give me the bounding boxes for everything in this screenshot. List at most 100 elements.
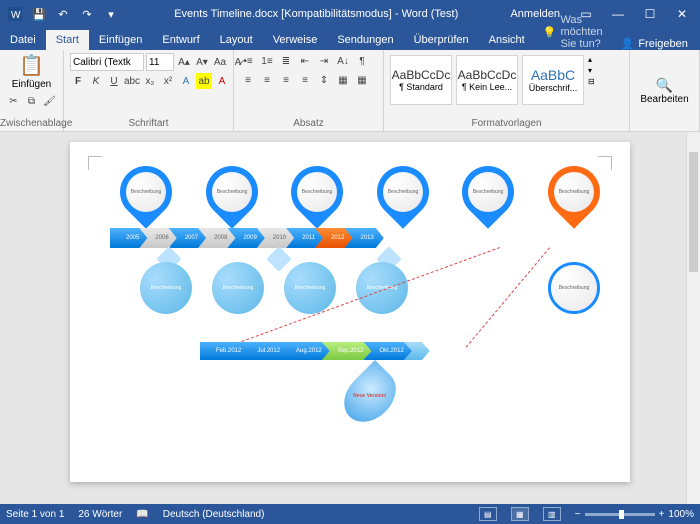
underline-icon[interactable]: U: [106, 73, 122, 89]
style-standard[interactable]: AaBbCcDc¶ Standard: [390, 55, 452, 105]
copy-icon[interactable]: ⧉: [24, 93, 40, 109]
timeline-years: 200520062007200820092010201120122013: [110, 228, 384, 248]
pin: Beschreibung: [366, 155, 440, 229]
ribbon-tabs: Datei Start Einfügen Entwurf Layout Verw…: [0, 28, 700, 50]
web-layout-icon[interactable]: ▥: [543, 507, 561, 521]
group-paragraph: •≡ 1≡ ≣ ⇤ ⇥ A↓ ¶ ≡ ≡ ≡ ≡ ⇕ ▦ ▦ Absatz: [234, 50, 384, 131]
tab-entwurf[interactable]: Entwurf: [152, 30, 209, 50]
month-0: Feb.2012: [200, 342, 251, 360]
superscript-icon[interactable]: x²: [160, 73, 176, 89]
bubble: Beschreibung: [284, 262, 336, 314]
timeline-months: Feb.2012Jul.2012Aug.2012Sep.2012Okt.2012: [200, 342, 430, 360]
show-marks-icon[interactable]: ¶: [354, 53, 370, 69]
bullets-icon[interactable]: •≡: [240, 53, 256, 69]
shrink-font-icon[interactable]: A▾: [194, 54, 210, 70]
multilevel-icon[interactable]: ≣: [278, 53, 294, 69]
tell-me-box[interactable]: 💡Was möchten Sie tun?: [535, 14, 611, 50]
tab-start[interactable]: Start: [46, 30, 89, 50]
word-count[interactable]: 26 Wörter: [78, 509, 122, 520]
style-no-spacing[interactable]: AaBbCcDc¶ Kein Lee...: [456, 55, 518, 105]
zoom-out-icon[interactable]: −: [575, 509, 581, 520]
drop-callout: Neue Version!: [334, 360, 406, 432]
tab-datei[interactable]: Datei: [0, 30, 46, 50]
zoom-in-icon[interactable]: +: [659, 509, 665, 520]
qa-dropdown-icon[interactable]: ▾: [100, 3, 122, 25]
font-color-icon[interactable]: A: [214, 73, 230, 89]
share-button[interactable]: 👤Freigeben: [611, 37, 698, 50]
margin-corner: [598, 156, 612, 170]
align-center-icon[interactable]: ≡: [259, 72, 275, 88]
print-layout-icon[interactable]: ▦: [511, 507, 529, 521]
font-name-input[interactable]: [70, 53, 144, 71]
page: Beschreibung Beschreibung Beschreibung B…: [70, 142, 630, 482]
tab-einfuegen[interactable]: Einfügen: [89, 30, 152, 50]
style-heading[interactable]: AaBbCÜberschrif...: [522, 55, 584, 105]
group-label: Formatvorlagen: [384, 118, 629, 129]
borders-icon[interactable]: ▦: [354, 72, 370, 88]
bold-icon[interactable]: F: [70, 73, 86, 89]
share-label: Freigeben: [638, 38, 688, 50]
cut-icon[interactable]: ✂: [6, 93, 22, 109]
grow-font-icon[interactable]: A▴: [176, 54, 192, 70]
undo-icon[interactable]: ↶: [52, 3, 74, 25]
zoom-slider[interactable]: [585, 513, 655, 516]
sort-icon[interactable]: A↓: [335, 53, 351, 69]
group-styles: AaBbCcDc¶ Standard AaBbCcDc¶ Kein Lee...…: [384, 50, 630, 131]
pin: Beschreibung: [452, 155, 526, 229]
italic-icon[interactable]: K: [88, 73, 104, 89]
paste-label[interactable]: Einfügen: [12, 79, 51, 90]
shading-icon[interactable]: ▦: [335, 72, 351, 88]
quick-access-toolbar: W 💾 ↶ ↷ ▾: [4, 3, 122, 25]
bubble-outline: Beschreibung: [548, 262, 600, 314]
document-canvas[interactable]: Beschreibung Beschreibung Beschreibung B…: [0, 132, 700, 504]
page-count[interactable]: Seite 1 von 1: [6, 509, 64, 520]
tab-layout[interactable]: Layout: [210, 30, 263, 50]
paste-icon[interactable]: 📋: [19, 53, 44, 78]
align-left-icon[interactable]: ≡: [240, 72, 256, 88]
tab-ueberpruefen[interactable]: Überprüfen: [404, 30, 479, 50]
language[interactable]: Deutsch (Deutschland): [163, 509, 265, 520]
text-effects-icon[interactable]: A: [178, 73, 194, 89]
margin-corner: [88, 156, 102, 170]
pin: Beschreibung: [280, 155, 354, 229]
group-label: Zwischenablage: [0, 118, 63, 129]
tab-sendungen[interactable]: Sendungen: [327, 30, 403, 50]
timeline-pins-top: Beschreibung Beschreibung Beschreibung B…: [120, 166, 600, 224]
close-icon[interactable]: ✕: [668, 3, 696, 25]
highlight-icon[interactable]: ab: [196, 73, 212, 89]
person-icon: 👤: [621, 37, 635, 50]
styles-more-icon[interactable]: ▴▾⊟: [588, 55, 600, 86]
numbering-icon[interactable]: 1≡: [259, 53, 275, 69]
subscript-icon[interactable]: x₂: [142, 73, 158, 89]
tab-ansicht[interactable]: Ansicht: [479, 30, 535, 50]
group-label: Absatz: [234, 118, 383, 129]
tab-verweise[interactable]: Verweise: [263, 30, 328, 50]
justify-icon[interactable]: ≡: [297, 72, 313, 88]
vertical-scrollbar[interactable]: [686, 132, 700, 504]
zoom-level[interactable]: 100%: [668, 509, 694, 520]
font-size-input[interactable]: [146, 53, 174, 71]
strike-icon[interactable]: abc: [124, 73, 140, 89]
word-icon[interactable]: W: [4, 3, 26, 25]
statusbar: Seite 1 von 1 26 Wörter 📖 Deutsch (Deuts…: [0, 504, 700, 524]
group-editing: 🔍 Bearbeiten: [630, 50, 700, 131]
save-icon[interactable]: 💾: [28, 3, 50, 25]
bubble: Beschreibung: [356, 262, 408, 314]
redo-icon[interactable]: ↷: [76, 3, 98, 25]
align-right-icon[interactable]: ≡: [278, 72, 294, 88]
scrollbar-thumb[interactable]: [689, 152, 698, 272]
indent-icon[interactable]: ⇥: [316, 53, 332, 69]
line-spacing-icon[interactable]: ⇕: [316, 72, 332, 88]
outdent-icon[interactable]: ⇤: [297, 53, 313, 69]
zoom-control[interactable]: − + 100%: [575, 509, 694, 520]
editing-label[interactable]: Bearbeiten: [640, 94, 688, 105]
maximize-icon[interactable]: ☐: [636, 3, 664, 25]
format-painter-icon[interactable]: 🖌: [42, 93, 58, 109]
tell-me-label: Was möchten Sie tun?: [560, 14, 602, 50]
group-font: A▴ A▾ Aa A̷ F K U abc x₂ x² A ab A Schri…: [64, 50, 234, 131]
read-mode-icon[interactable]: ▤: [479, 507, 497, 521]
spellcheck-icon[interactable]: 📖: [136, 509, 148, 520]
bubble: Beschreibung: [212, 262, 264, 314]
find-icon[interactable]: 🔍: [656, 77, 673, 94]
change-case-icon[interactable]: Aa: [212, 54, 228, 70]
